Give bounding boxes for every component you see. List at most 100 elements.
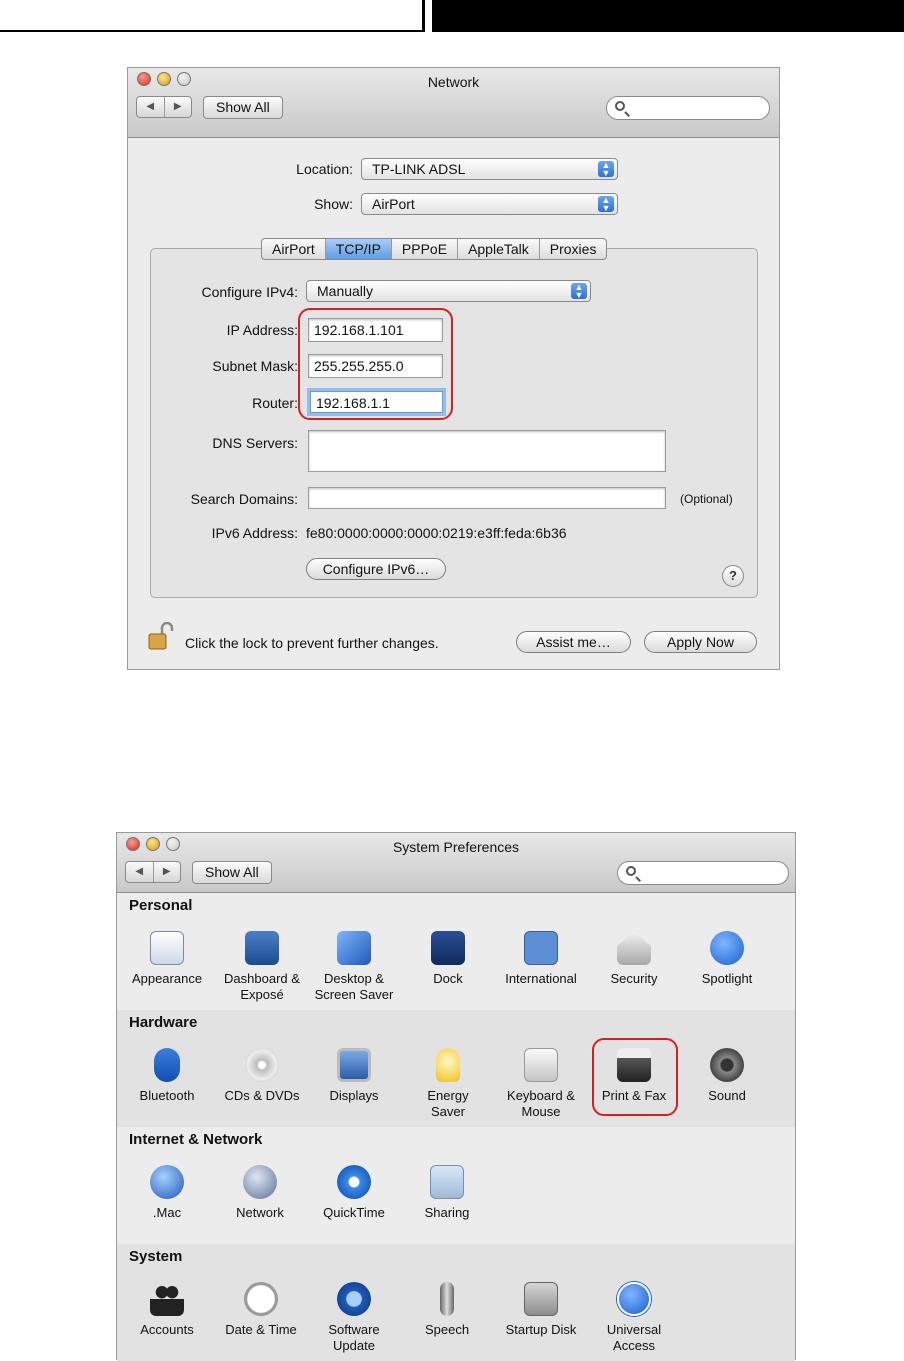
section-title: Internet & Network bbox=[129, 1131, 263, 1148]
configure-ipv4-select[interactable]: Manually ▲ ▼ bbox=[306, 280, 591, 302]
sysprefs-titlebar: System Preferences ◀ ▶ Show All bbox=[117, 833, 795, 893]
pref-keyboard-mouse[interactable]: Keyboard & Mouse bbox=[495, 1048, 587, 1120]
software-update-icon bbox=[337, 1282, 371, 1316]
popup-arrows-icon: ▲ ▼ bbox=[598, 196, 614, 213]
show-all-button[interactable]: Show All bbox=[203, 96, 283, 119]
lock-message: Click the lock to prevent further change… bbox=[185, 635, 439, 651]
pref-accounts[interactable]: Accounts bbox=[121, 1282, 213, 1338]
configure-ipv6-button[interactable]: Configure IPv6… bbox=[306, 558, 446, 580]
pref-dashboard-expose[interactable]: Dashboard & Exposé bbox=[216, 931, 308, 1003]
show-label: Show: bbox=[314, 196, 353, 212]
network-window: Network ◀ ▶ Show All Location: TP-LINK A… bbox=[127, 67, 780, 670]
router-label: Router: bbox=[252, 395, 298, 411]
network-globe-icon bbox=[243, 1165, 277, 1199]
nav-buttons: ◀ ▶ bbox=[136, 96, 192, 118]
dock-icon bbox=[431, 931, 465, 965]
lock-icon[interactable] bbox=[148, 622, 174, 652]
pref-network[interactable]: Network bbox=[214, 1165, 306, 1221]
location-label: Location: bbox=[296, 161, 353, 177]
search-icon bbox=[615, 101, 625, 111]
highlight-print-fax bbox=[592, 1038, 678, 1116]
clock-calendar-icon bbox=[244, 1282, 278, 1316]
search-input[interactable] bbox=[617, 861, 789, 885]
tab-appletalk[interactable]: AppleTalk bbox=[458, 239, 540, 259]
section-hardware: Hardware Bluetooth CDs & DVDs Displays E… bbox=[117, 1010, 795, 1127]
pref-appearance[interactable]: Appearance bbox=[121, 931, 213, 987]
quicktime-icon bbox=[337, 1165, 371, 1199]
tab-proxies[interactable]: Proxies bbox=[540, 239, 607, 259]
display-icon bbox=[337, 1048, 371, 1082]
spotlight-icon bbox=[710, 931, 744, 965]
show-select[interactable]: AirPort ▲ ▼ bbox=[361, 193, 618, 215]
globe-icon bbox=[150, 1165, 184, 1199]
ip-address-label: IP Address: bbox=[226, 322, 298, 338]
back-icon[interactable]: ◀ bbox=[137, 97, 165, 117]
header-separator bbox=[422, 0, 425, 32]
back-icon[interactable]: ◀ bbox=[126, 862, 154, 882]
tab-bar: AirPort TCP/IP PPPoE AppleTalk Proxies bbox=[261, 238, 608, 260]
search-icon bbox=[626, 866, 636, 876]
ipv6-address-value: fe80:0000:0000:0000:0219:e3ff:feda:6b36 bbox=[306, 525, 567, 541]
pref-cds-dvds[interactable]: CDs & DVDs bbox=[216, 1048, 308, 1104]
pref-security[interactable]: Security bbox=[588, 931, 680, 987]
subnet-mask-label: Subnet Mask: bbox=[212, 358, 298, 374]
popup-arrows-icon: ▲ ▼ bbox=[598, 161, 614, 178]
tab-pppoe[interactable]: PPPoE bbox=[392, 239, 459, 259]
hard-disk-icon bbox=[524, 1282, 558, 1316]
desktop-icon bbox=[337, 931, 371, 965]
section-system: System Accounts Date & Time Software Upda… bbox=[117, 1244, 795, 1361]
pref-sharing[interactable]: Sharing bbox=[401, 1165, 493, 1221]
location-select[interactable]: TP-LINK ADSL ▲ ▼ bbox=[361, 158, 618, 180]
search-domains-label: Search Domains: bbox=[190, 491, 298, 507]
header-black-bar bbox=[432, 0, 904, 32]
universal-access-icon bbox=[617, 1282, 651, 1316]
pref-date-time[interactable]: Date & Time bbox=[215, 1282, 307, 1338]
pref-speech[interactable]: Speech bbox=[401, 1282, 493, 1338]
configure-ipv4-label: Configure IPv4: bbox=[201, 284, 299, 300]
un-flag-icon bbox=[524, 931, 558, 965]
pref-quicktime[interactable]: QuickTime bbox=[308, 1165, 400, 1221]
section-personal: Personal Appearance Dashboard & Exposé De… bbox=[117, 893, 795, 1010]
bluetooth-icon bbox=[154, 1048, 180, 1082]
dns-servers-field[interactable] bbox=[308, 430, 666, 472]
pref-sound[interactable]: Sound bbox=[681, 1048, 773, 1104]
appearance-icon bbox=[150, 931, 184, 965]
disc-icon bbox=[245, 1048, 279, 1082]
pref-energy-saver[interactable]: Energy Saver bbox=[402, 1048, 494, 1120]
dashboard-icon bbox=[245, 931, 279, 965]
tab-airport[interactable]: AirPort bbox=[262, 239, 326, 259]
house-icon bbox=[617, 931, 651, 965]
window-title: Network bbox=[427, 74, 480, 90]
assist-me-button[interactable]: Assist me… bbox=[516, 631, 631, 653]
pref-bluetooth[interactable]: Bluetooth bbox=[121, 1048, 213, 1104]
pref-desktop-screensaver[interactable]: Desktop & Screen Saver bbox=[308, 931, 400, 1003]
optional-hint: (Optional) bbox=[680, 492, 733, 506]
speaker-icon bbox=[710, 1048, 744, 1082]
accounts-icon bbox=[150, 1282, 184, 1316]
pref-mac[interactable]: .Mac bbox=[121, 1165, 213, 1221]
show-all-button[interactable]: Show All bbox=[192, 861, 272, 884]
pref-software-update[interactable]: Software Update bbox=[308, 1282, 400, 1354]
network-titlebar: Network ◀ ▶ Show All bbox=[128, 68, 779, 138]
search-domains-field[interactable] bbox=[308, 487, 666, 509]
pref-startup-disk[interactable]: Startup Disk bbox=[495, 1282, 587, 1338]
pref-spotlight[interactable]: Spotlight bbox=[681, 931, 773, 987]
pref-international[interactable]: International bbox=[495, 931, 587, 987]
sharing-folder-icon bbox=[430, 1165, 464, 1199]
pref-displays[interactable]: Displays bbox=[308, 1048, 400, 1104]
forward-icon[interactable]: ▶ bbox=[154, 862, 181, 882]
nav-buttons: ◀ ▶ bbox=[125, 861, 181, 883]
pref-universal-access[interactable]: Universal Access bbox=[588, 1282, 680, 1354]
highlight-ip-fields bbox=[298, 308, 453, 420]
section-title: System bbox=[129, 1248, 183, 1265]
apply-now-button[interactable]: Apply Now bbox=[644, 631, 757, 653]
popup-arrows-icon: ▲ ▼ bbox=[571, 283, 587, 300]
forward-icon[interactable]: ▶ bbox=[165, 97, 192, 117]
section-title: Hardware bbox=[129, 1014, 198, 1031]
search-input[interactable] bbox=[606, 96, 770, 120]
lightbulb-icon bbox=[436, 1048, 460, 1082]
window-title: System Preferences bbox=[392, 839, 520, 855]
help-button[interactable]: ? bbox=[722, 565, 744, 587]
pref-dock[interactable]: Dock bbox=[402, 931, 494, 987]
tab-tcpip[interactable]: TCP/IP bbox=[325, 239, 392, 259]
